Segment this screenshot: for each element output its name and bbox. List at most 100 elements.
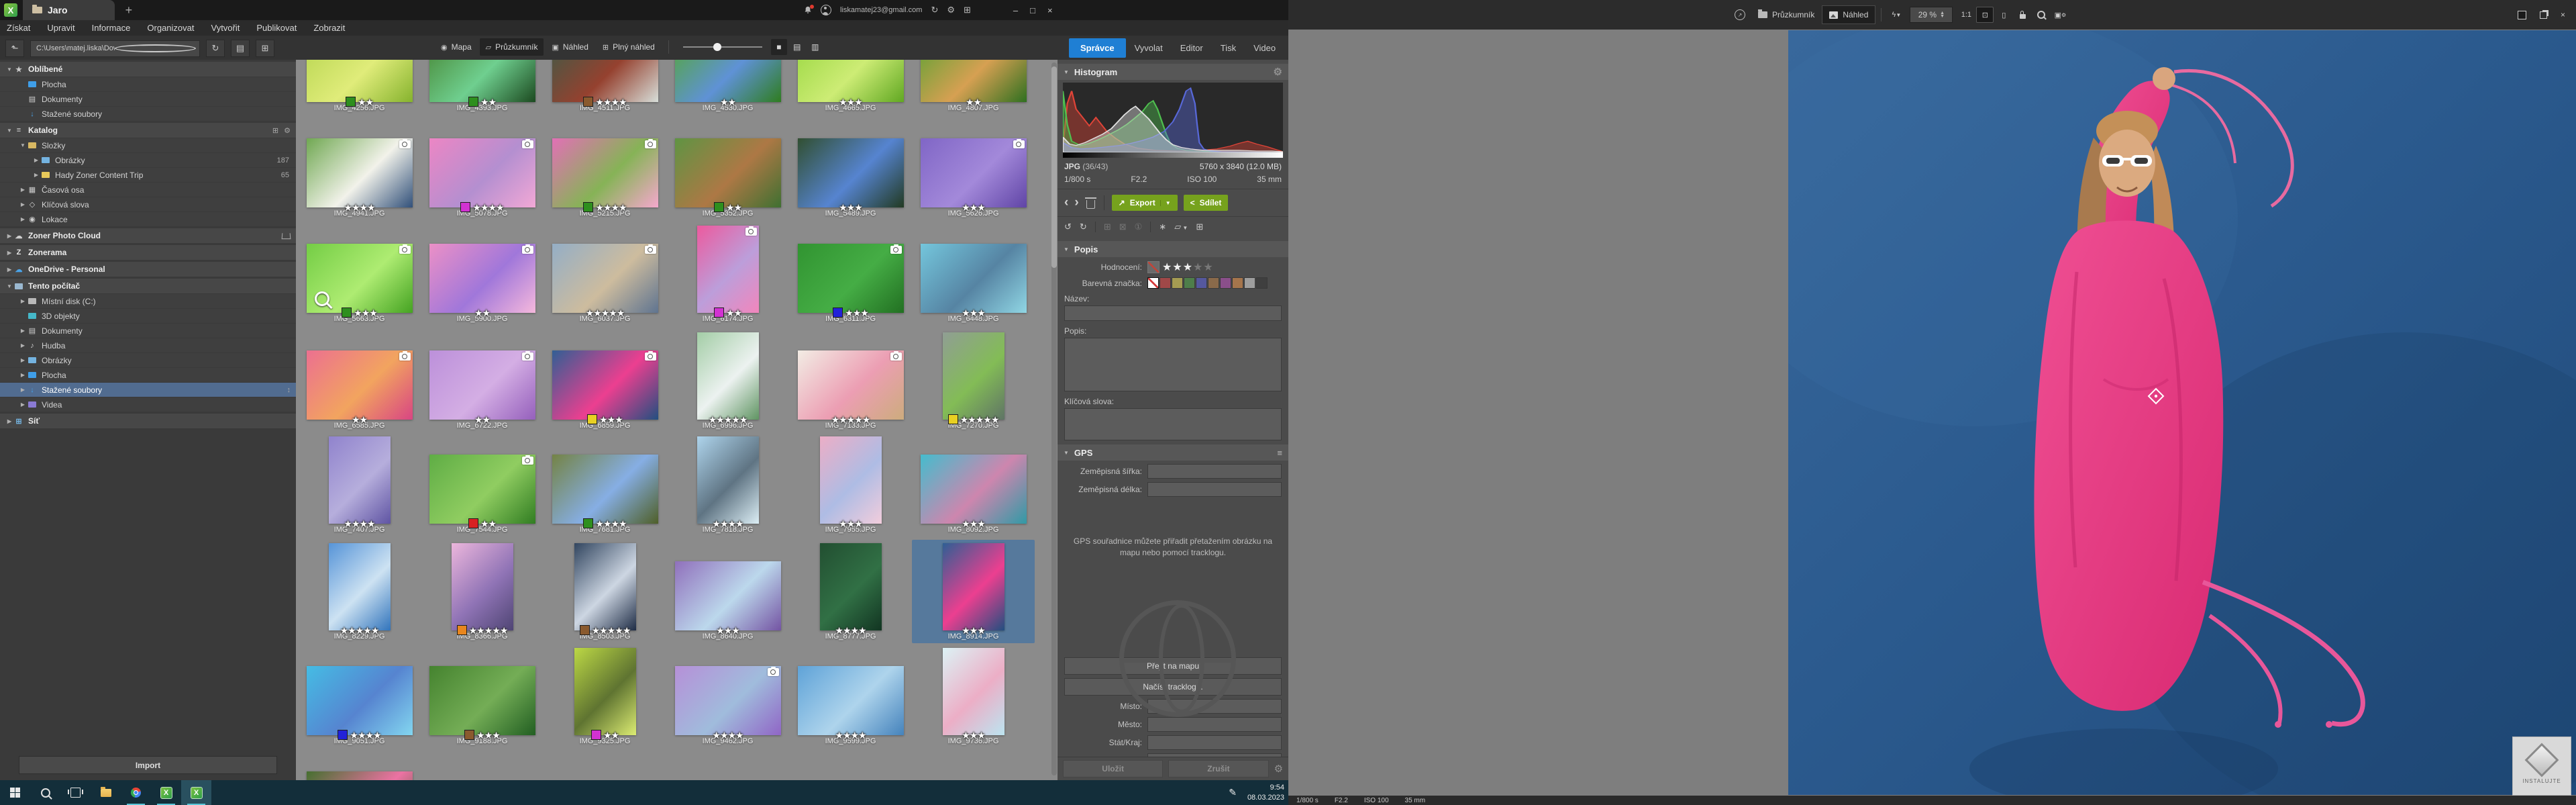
sidebar-item-plocha[interactable]: ▶Plocha (0, 368, 296, 382)
preview-nahled-tab[interactable]: Náhled (1822, 5, 1875, 24)
module-tab-video[interactable]: Video (1245, 38, 1284, 58)
star-rating[interactable]: ★★ (480, 97, 496, 107)
lock-zoom-button[interactable] (2014, 7, 2031, 23)
grid-cell[interactable]: ★★★IMG_5489.JPG (789, 135, 912, 220)
star-rating[interactable]: ★★★★ (344, 203, 374, 212)
sidebar-item-kl-ov-slova[interactable]: ▶◇Klíčová slova (0, 197, 296, 211)
photo-thumbnail[interactable]: ★★★ (921, 455, 1027, 524)
import-button[interactable]: Import (19, 756, 277, 774)
expand-arrow-icon[interactable]: ▼ (19, 142, 27, 148)
star-rating[interactable]: ★★★★★ (469, 626, 508, 635)
refresh-button[interactable]: ↻ (206, 40, 225, 57)
sidebar-item-slo-ky[interactable]: ▼Složky (0, 138, 296, 152)
color-tag-magenta[interactable] (591, 730, 601, 740)
star-rating[interactable]: ★★ (966, 97, 981, 107)
grid-cell[interactable]: ★★IMG_7544.JPG (421, 451, 544, 536)
cart-icon[interactable] (282, 233, 291, 239)
prev-photo-button[interactable]: ‹ (1064, 198, 1068, 207)
view-tool-náhled[interactable]: ▣Náhled (546, 38, 594, 56)
preview-explorer-tab[interactable]: Průzkumník (1751, 5, 1822, 24)
preview-settings-button[interactable]: ▣⚙ (2051, 7, 2069, 23)
menu-item-publikovat[interactable]: Publikovat (256, 23, 297, 33)
photo-thumbnail[interactable]: ★★ (697, 226, 759, 313)
grid-scrollbar-thumb[interactable] (1051, 66, 1057, 268)
expand-arrow-icon[interactable]: ▶ (19, 328, 27, 334)
star-rating[interactable]: ★★★★ (712, 519, 743, 528)
star-rating[interactable]: ★★ (726, 203, 741, 212)
sort-button[interactable]: ▤ (231, 40, 250, 57)
color-swatch-1[interactable] (1160, 277, 1171, 289)
zoom-tool-button[interactable] (2032, 7, 2050, 23)
star-rating[interactable]: ★★★ (962, 519, 985, 528)
photo-thumbnail[interactable]: ★★★ (798, 138, 904, 207)
photo-thumbnail[interactable]: ★★ (429, 455, 535, 524)
grid-cell[interactable]: ★★IMG_5352.JPG (666, 135, 789, 220)
apps-grid-icon[interactable]: ⊞ (964, 5, 971, 15)
grid-cell[interactable]: ★★★IMG_6311.JPG (789, 240, 912, 326)
photo-thumbnail[interactable]: ★★★★ (552, 138, 658, 207)
sidebar-item-hady-zoner-content-trip[interactable]: ▶Hady Zoner Content Trip65 (0, 168, 296, 182)
expand-arrow-icon[interactable]: ▶ (19, 387, 27, 393)
expand-arrow-icon[interactable]: ▶ (32, 157, 40, 163)
photo-thumbnail[interactable]: ★★★★★ (798, 350, 904, 420)
star-rating[interactable]: ★★ (474, 415, 490, 424)
grid-cell[interactable]: ★★★IMG_7955.JPG (789, 433, 912, 536)
close-button[interactable]: × (1047, 5, 1053, 15)
export-button[interactable]: ↗ Export ▼ (1112, 195, 1178, 211)
photo-thumbnail[interactable]: ★★★ (921, 138, 1027, 207)
histogram-header[interactable]: ▼ Histogram ⚙ (1058, 64, 1288, 80)
sidebar-item-3d-objekty[interactable]: 3D objekty (0, 309, 296, 323)
grid-cell[interactable] (298, 768, 421, 780)
grid-cell[interactable]: ★★★★★IMG_7133.JPG (789, 347, 912, 432)
star-rating[interactable]: ★★★★★ (960, 415, 999, 424)
photo-thumbnail[interactable]: ★★★ (552, 350, 658, 420)
gps-field-input[interactable] (1147, 717, 1282, 732)
monitor-toggle-button[interactable] (2518, 11, 2526, 19)
expand-arrow-icon[interactable]: ▶ (5, 250, 13, 256)
expand-arrow-icon[interactable]: ▼ (5, 128, 13, 134)
module-tab-editor[interactable]: Editor (1172, 38, 1212, 58)
grid-cell[interactable]: ★★★IMG_6448.JPG (912, 240, 1035, 326)
expand-arrow-icon[interactable]: ▶ (5, 267, 13, 273)
expand-arrow-icon[interactable]: ▶ (19, 216, 27, 222)
color-swatch-7[interactable] (1232, 277, 1243, 289)
star-rating[interactable]: ★★★★ (712, 730, 743, 740)
color-tag-blue[interactable] (833, 307, 843, 318)
longitude-input[interactable] (1147, 482, 1282, 497)
export-dropdown-arrow[interactable]: ▼ (1160, 200, 1171, 206)
zoom-level-input[interactable]: 29 % ▲▼ (1910, 7, 1953, 23)
star-rating[interactable]: ★★★★ (595, 97, 626, 107)
grid-cell[interactable]: ★★IMG_4530.JPG (666, 60, 789, 115)
grid-cell[interactable]: ★★★★IMG_4511.JPG (544, 60, 666, 115)
sync-icon[interactable]: ↻ (931, 5, 938, 15)
photo-thumbnail[interactable]: ★★ (429, 350, 535, 420)
star-rating[interactable]: ★★★ (962, 730, 985, 740)
addfolder-icon[interactable]: ⊞ (272, 126, 278, 135)
photo-thumbnail[interactable]: ★★★ (798, 244, 904, 313)
color-tag-green[interactable] (346, 97, 356, 107)
sidebar-item-m-stn-disk-c-[interactable]: ▶Místní disk (C:) (0, 294, 296, 308)
expand-arrow-icon[interactable]: ▶ (19, 401, 27, 408)
star-rating[interactable]: ★★★★ (835, 730, 866, 740)
grid-cell[interactable]: ★★IMG_5900.JPG (421, 240, 544, 326)
photo-thumbnail[interactable]: ★★★ (943, 648, 1004, 735)
view-tool-mapa[interactable]: ◉Mapa (435, 38, 478, 56)
star-rating[interactable]: ★★★★ (595, 203, 626, 212)
magic-wand-icon[interactable]: ∗ (1159, 222, 1166, 232)
sidebar-item-videa[interactable]: ▶Videa (0, 397, 296, 412)
photo-thumbnail[interactable]: ★★ (675, 60, 781, 102)
star-rating[interactable]: ★★★ (839, 519, 862, 528)
expand-arrow-icon[interactable]: ▶ (5, 233, 13, 239)
gps-field-input[interactable] (1147, 735, 1282, 750)
photo-thumbnail[interactable]: ★★★★ (798, 666, 904, 735)
new-folder-button[interactable]: ⊞ (256, 40, 274, 57)
photo-thumbnail[interactable]: ★★ (429, 60, 535, 102)
star-rating[interactable]: ★★ (726, 308, 741, 318)
star-rating[interactable]: ★★ (480, 519, 496, 528)
path-input[interactable]: C:\Users\matej.liska\Downloads\Jaro (30, 40, 200, 57)
color-tag-green[interactable] (714, 202, 724, 212)
fill-screen-button[interactable]: ▯ (1995, 7, 2012, 23)
grid-cell[interactable]: ★★★★★IMG_8503.JPG (544, 540, 666, 643)
photo-thumbnail[interactable]: ★★★★★ (943, 332, 1004, 420)
photo-thumbnail[interactable]: ★★★★ (429, 138, 535, 207)
